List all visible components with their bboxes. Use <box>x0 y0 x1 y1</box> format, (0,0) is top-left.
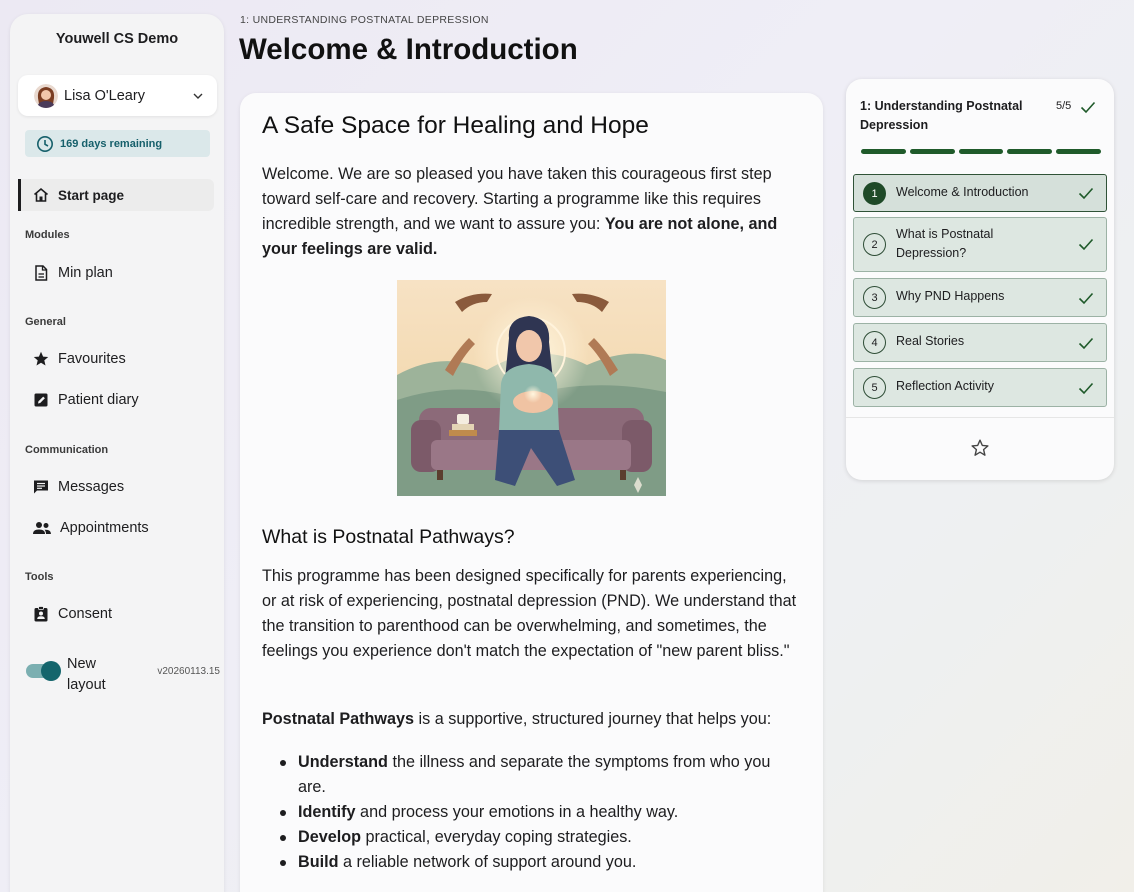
chevron-down-icon <box>193 93 203 99</box>
section-label-tools: Tools <box>25 571 54 583</box>
sidebar-item-consent[interactable]: Consent <box>18 598 214 630</box>
lesson-number: 5 <box>863 376 886 399</box>
clock-icon <box>37 135 53 152</box>
lesson-number: 2 <box>863 233 886 256</box>
lesson-item-3[interactable]: 3 Why PND Happens <box>853 278 1107 317</box>
progress-segment <box>1056 149 1101 154</box>
document-icon <box>35 265 48 281</box>
sidebar-item-patient-diary[interactable]: Patient diary <box>18 384 214 416</box>
sidebar-item-label: Patient diary <box>58 392 139 408</box>
hero-illustration <box>397 280 666 496</box>
progress-segment <box>861 149 906 154</box>
days-remaining-text: 169 days remaining <box>60 137 163 150</box>
list-item-text: a reliable network of support around you… <box>338 853 637 871</box>
lesson-item-2[interactable]: 2 What is Postnatal Depression? <box>853 217 1107 272</box>
edit-note-icon <box>34 393 48 407</box>
check-icon <box>1078 292 1094 305</box>
progress-segment <box>1007 149 1053 154</box>
list-item: Understand the illness and separate the … <box>276 750 796 800</box>
check-icon <box>1078 187 1094 200</box>
sidebar: Youwell CS Demo Lisa O'Leary 169 days re… <box>10 14 224 892</box>
lesson-item-1[interactable]: 1 Welcome & Introduction <box>853 174 1107 212</box>
list-item: Build a reliable network of support arou… <box>276 850 796 875</box>
journey-paragraph: Postnatal Pathways is a supportive, stru… <box>262 707 802 732</box>
progress-segment <box>958 149 1004 154</box>
benefits-list: Understand the illness and separate the … <box>276 750 796 875</box>
list-item-bold: Understand <box>298 753 388 771</box>
new-layout-toggle[interactable] <box>26 661 61 681</box>
new-layout-toggle-row: New layout v20260113.15 <box>25 650 220 694</box>
content-heading: A Safe Space for Healing and Hope <box>262 112 649 139</box>
list-item-bold: Identify <box>298 803 356 821</box>
lesson-label: Reflection Activity <box>896 379 994 393</box>
lesson-label: What is Postnatal Depression? <box>896 227 994 260</box>
page-title: Welcome & Introduction <box>239 33 578 66</box>
journey-text: is a supportive, structured journey that… <box>414 710 772 728</box>
lesson-item-5[interactable]: 5 Reflection Activity <box>853 368 1107 407</box>
sidebar-item-label: Appointments <box>60 520 149 536</box>
sidebar-item-label: Min plan <box>58 265 113 281</box>
days-remaining-badge: 169 days remaining <box>25 130 210 157</box>
lesson-number: 3 <box>863 286 886 309</box>
sidebar-item-label: Messages <box>58 479 125 495</box>
sidebar-item-start-page[interactable]: Start page <box>18 179 214 211</box>
breadcrumb: 1: UNDERSTANDING POSTNATAL DEPRESSION <box>240 14 489 26</box>
clipboard-person-icon <box>34 606 48 622</box>
module-progress-bar <box>861 149 1101 154</box>
list-item-text: and process your emotions in a healthy w… <box>355 803 679 821</box>
list-item-bold: Develop <box>298 828 361 846</box>
lesson-item-4[interactable]: 4 Real Stories <box>853 323 1107 362</box>
check-icon <box>1078 337 1094 350</box>
progress-segment <box>909 149 955 154</box>
progress-count: 5/5 <box>1056 100 1072 112</box>
sidebar-item-favourites[interactable]: Favourites <box>18 343 214 375</box>
version-text: v20260113.15 <box>157 666 220 677</box>
list-item-bold: Build <box>298 853 339 871</box>
toggle-knob <box>41 661 61 681</box>
people-icon <box>33 522 51 534</box>
lesson-content-card: A Safe Space for Healing and Hope Welcom… <box>240 93 823 892</box>
lesson-number: 1 <box>863 182 886 205</box>
user-name: Lisa O'Leary <box>64 87 145 104</box>
check-icon <box>1080 101 1096 114</box>
sidebar-item-label: Favourites <box>58 351 126 367</box>
section-heading: What is Postnatal Pathways? <box>262 526 515 548</box>
star-outline-icon[interactable] <box>970 438 990 458</box>
home-icon <box>33 187 49 202</box>
module-title: 1: Understanding Postnatal Depression <box>860 99 1023 132</box>
user-switcher[interactable]: Lisa O'Leary <box>18 75 217 116</box>
lesson-label: Real Stories <box>896 334 965 348</box>
avatar <box>34 83 58 108</box>
lesson-label: Why PND Happens <box>896 289 1005 303</box>
message-icon <box>34 480 48 494</box>
app-title: Youwell CS Demo <box>55 31 179 47</box>
programme-name: Postnatal Pathways <box>262 710 415 728</box>
section-label-general: General <box>25 316 66 328</box>
module-progress-panel: 1: Understanding Postnatal Depression 5/… <box>846 79 1114 480</box>
section-label-modules: Modules <box>25 229 70 241</box>
check-icon <box>1078 382 1094 395</box>
about-paragraph: This programme has been designed specifi… <box>262 567 797 660</box>
list-item: Identify and process your emotions in a … <box>276 800 796 825</box>
check-icon <box>1078 238 1094 251</box>
sidebar-item-label: Consent <box>58 606 113 622</box>
sidebar-item-appointments[interactable]: Appointments <box>18 512 214 544</box>
new-layout-label: New layout <box>67 656 106 693</box>
list-item: Develop practical, everyday coping strat… <box>276 825 796 850</box>
sidebar-item-label: Start page <box>58 187 125 203</box>
lesson-number: 4 <box>863 331 886 354</box>
lesson-label: Welcome & Introduction <box>896 185 1029 199</box>
list-item-text: practical, everyday coping strategies. <box>360 828 632 846</box>
sidebar-item-messages[interactable]: Messages <box>18 471 214 503</box>
star-icon <box>33 351 49 366</box>
sidebar-item-min-plan[interactable]: Min plan <box>18 257 214 289</box>
divider <box>846 417 1114 418</box>
section-label-communication: Communication <box>25 444 109 456</box>
intro-paragraph: Welcome. We are so pleased you have take… <box>262 162 802 262</box>
